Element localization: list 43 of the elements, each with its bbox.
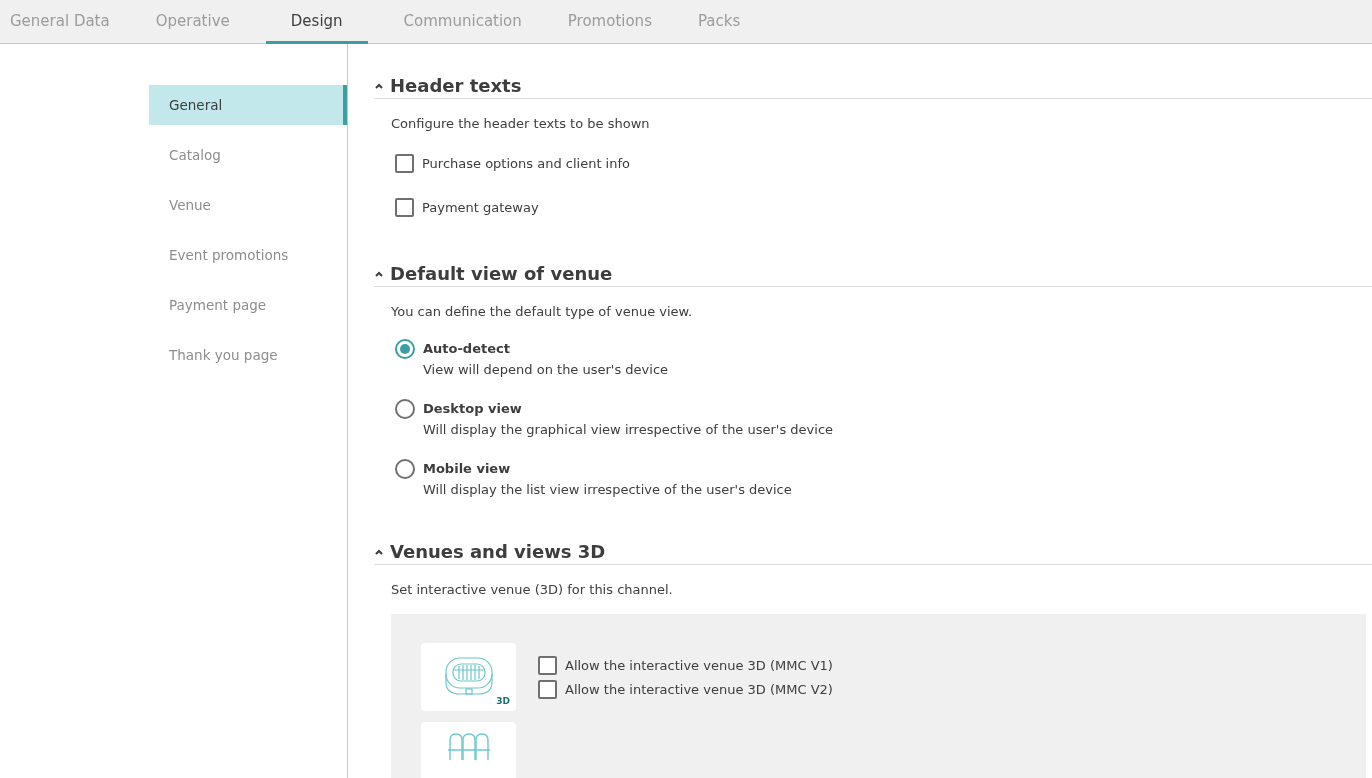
- sidebar-item[interactable]: Payment page: [149, 285, 347, 325]
- radio-button[interactable]: [395, 459, 415, 479]
- collapse-icon[interactable]: [374, 81, 384, 90]
- section-description: You can define the default type of venue view.: [391, 304, 694, 319]
- sidebar-item[interactable]: Event promotions: [149, 235, 347, 275]
- checkbox[interactable]: [538, 679, 557, 699]
- tab[interactable]: Operative: [145, 0, 240, 44]
- checkbox[interactable]: [395, 197, 414, 217]
- venue-tile[interactable]: [421, 722, 516, 778]
- radio-label: Desktop view: [423, 400, 523, 418]
- checkbox-label: Allow the interactive venue 3D (MMC V1): [565, 657, 833, 673]
- radio-label: Mobile view: [423, 460, 512, 478]
- radio-button[interactable]: [395, 339, 415, 359]
- tab[interactable]: General Data: [0, 0, 120, 44]
- checkbox-label: Purchase options and client info: [422, 155, 630, 171]
- stadium-icon: [443, 656, 494, 698]
- checkbox-label: Payment gateway: [422, 199, 539, 215]
- venue-tile[interactable]: 3D: [421, 643, 516, 711]
- collapse-icon[interactable]: [374, 547, 384, 556]
- sidebar-item[interactable]: Thank you page: [149, 335, 347, 375]
- radio-hint: Will display the graphical view irrespective of the user's device: [423, 422, 835, 437]
- sidebar-item[interactable]: Catalog: [149, 135, 347, 175]
- checkbox-label: Allow the interactive venue 3D (MMC V2): [565, 681, 833, 697]
- radio-button[interactable]: [395, 399, 415, 419]
- collapse-icon[interactable]: [374, 269, 384, 278]
- radio-label: Auto-detect: [423, 340, 511, 358]
- checkbox[interactable]: [395, 153, 414, 173]
- tab[interactable]: Packs: [687, 0, 751, 44]
- seats-icon: [446, 732, 491, 762]
- tab[interactable]: Promotions: [557, 0, 662, 44]
- sidebar-item[interactable]: General: [149, 85, 347, 125]
- section-title: Header texts: [390, 75, 522, 96]
- sidebar-item[interactable]: Venue: [149, 185, 347, 225]
- radio-hint: View will depend on the user's device: [423, 362, 670, 377]
- section-title: Default view of venue: [390, 263, 613, 284]
- section-title: Venues and views 3D: [390, 541, 606, 562]
- tab[interactable]: Communication: [393, 0, 532, 44]
- section-description: Configure the header texts to be shown: [391, 116, 651, 131]
- badge-3d: 3D: [496, 696, 510, 706]
- tab[interactable]: Design: [265, 0, 368, 44]
- checkbox[interactable]: [538, 655, 557, 675]
- radio-hint: Will display the list view irrespective of the user's device: [423, 482, 793, 497]
- section-description: Set interactive venue (3D) for this channel.: [391, 582, 674, 597]
